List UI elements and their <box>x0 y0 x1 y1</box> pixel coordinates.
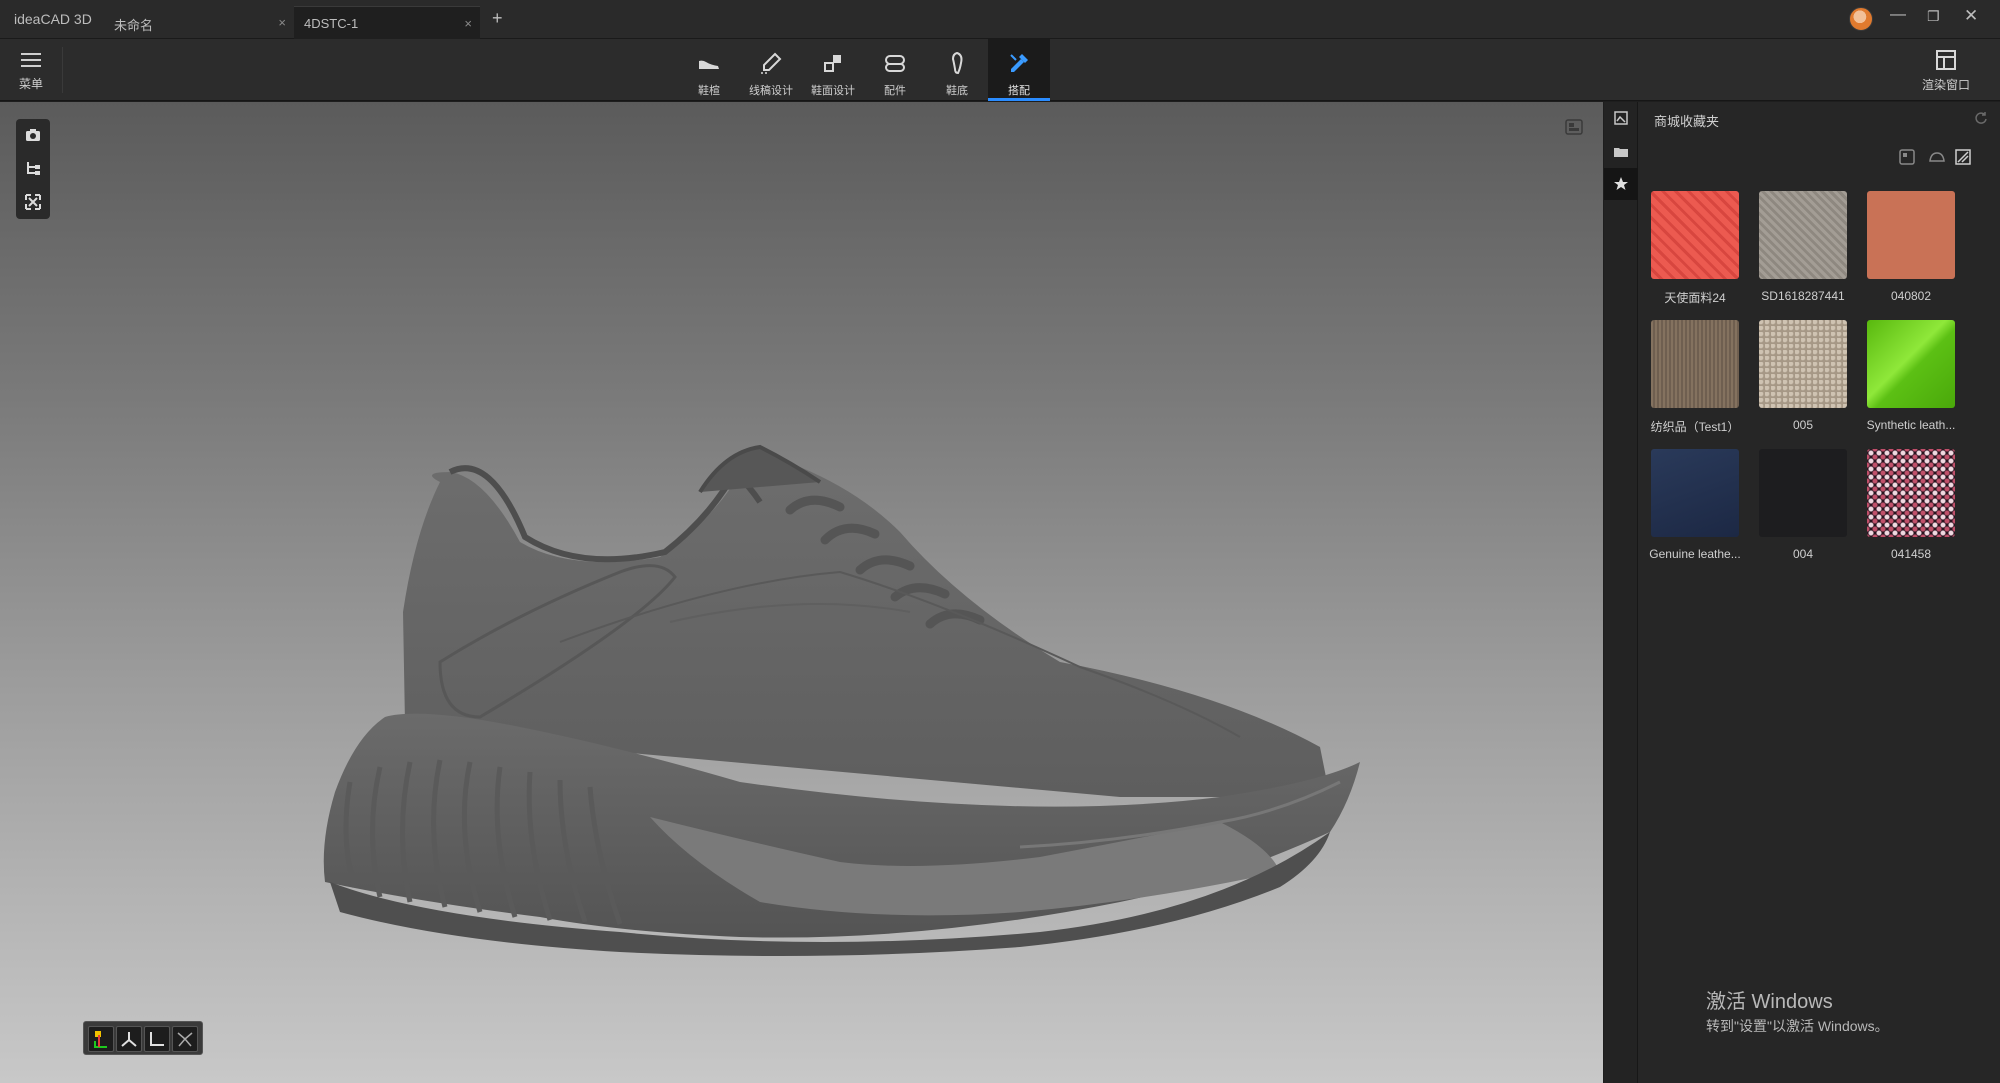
close-window-button[interactable]: ✕ <box>1964 6 1978 26</box>
hamburger-icon <box>21 53 41 55</box>
minimize-button[interactable]: — <box>1890 6 1906 24</box>
tool-line-design[interactable]: 线稿设计 <box>740 39 802 101</box>
material-name: 004 <box>1792 547 1814 561</box>
rail-favorites[interactable] <box>1604 168 1638 200</box>
menu-label: 菜单 <box>18 77 43 91</box>
tab-label: 未命名 <box>114 18 154 33</box>
view-iso-button[interactable] <box>116 1026 142 1052</box>
viewport-layout-icon[interactable] <box>1565 118 1583 136</box>
hierarchy-tree-icon[interactable] <box>24 159 42 177</box>
tool-label: 鞋面设计 <box>811 85 855 97</box>
material-name: 005 <box>1792 418 1814 432</box>
sole-icon <box>951 51 963 75</box>
tab-label: 4DSTC-1 <box>304 16 359 31</box>
user-avatar[interactable] <box>1849 7 1873 31</box>
match-paint-icon <box>1010 54 1028 72</box>
axis-color-icon <box>94 1031 107 1048</box>
material-swatch[interactable] <box>1867 320 1955 408</box>
shoe-last-icon <box>699 60 719 69</box>
material-name: Genuine leathe... <box>1649 547 1741 561</box>
folder-icon <box>1614 148 1628 157</box>
render-window-icon <box>1936 50 1956 70</box>
axis-side-icon <box>150 1032 164 1046</box>
material-name: Synthetic leath... <box>1866 418 1956 432</box>
axis-top-icon <box>177 1032 193 1047</box>
title-bar: ideaCAD 3D 未命名 × 4DSTC-1 × + — ❐ ✕ <box>0 0 2000 39</box>
filter-shoe-icon[interactable] <box>1928 148 1946 166</box>
material-name: 纺织品（Test1） <box>1650 420 1740 434</box>
viewport-toolbox <box>16 119 50 219</box>
view-orientation-buttons <box>83 1021 203 1055</box>
rail-material-library[interactable] <box>1604 102 1638 134</box>
material-swatch[interactable] <box>1759 320 1847 408</box>
windows-activation-watermark: 激活 Windows 转到"设置"以激活 Windows。 <box>1706 985 1889 1036</box>
material-name: 天使面料24 <box>1664 291 1726 305</box>
axis-iso-icon <box>121 1032 137 1047</box>
tool-label: 搭配 <box>1008 85 1030 97</box>
app-title: ideaCAD 3D <box>14 11 92 27</box>
material-swatch[interactable] <box>1867 449 1955 537</box>
material-name: SD1618287441 <box>1761 289 1845 303</box>
material-swatch[interactable] <box>1651 320 1739 408</box>
shoe-3d-model[interactable] <box>320 342 1420 962</box>
menu-button[interactable]: 菜单 <box>10 45 52 97</box>
view-top-button[interactable] <box>172 1026 198 1052</box>
favorites-panel: 商城收藏夹 天使面料24 SD1618287441 040802 纺织品（Tes… <box>1638 102 2000 1083</box>
material-swatch[interactable] <box>1759 191 1847 279</box>
material-name: 041458 <box>1890 547 1932 561</box>
panel-title: 商城收藏夹 <box>1654 114 1720 129</box>
render-window-button[interactable]: 渲染窗口 <box>1916 45 1976 97</box>
3d-viewport[interactable] <box>0 102 1603 1083</box>
right-icon-rail <box>1604 102 1638 1083</box>
material-swatch[interactable] <box>1867 191 1955 279</box>
watermark-line-1: 激活 Windows <box>1706 991 1833 1013</box>
camera-icon[interactable] <box>24 126 42 144</box>
tab-4dstc-1[interactable]: 4DSTC-1 × <box>294 6 480 39</box>
tool-label: 鞋底 <box>946 85 968 97</box>
tool-label: 鞋楦 <box>698 85 720 97</box>
tool-match[interactable]: 搭配 <box>988 39 1050 101</box>
filter-square-icon[interactable] <box>1898 148 1916 166</box>
filter-material-icon[interactable] <box>1954 148 1972 166</box>
tool-upper-design[interactable]: 鞋面设计 <box>802 39 864 101</box>
tool-accessory[interactable]: 配件 <box>864 39 926 101</box>
refresh-icon[interactable] <box>1974 111 1988 125</box>
material-swatch[interactable] <box>1651 449 1739 537</box>
tab-close-icon[interactable]: × <box>278 15 286 30</box>
view-side-button[interactable] <box>144 1026 170 1052</box>
add-tab-button[interactable]: + <box>492 8 503 29</box>
material-swatch[interactable] <box>1759 449 1847 537</box>
main-toolbar: 菜单 鞋楦 线稿设计 鞋面设计 配件 鞋底 搭配 渲染窗口 <box>0 39 2000 101</box>
pen-sketch-icon <box>761 52 782 74</box>
tab-close-icon[interactable]: × <box>464 16 472 31</box>
rail-folder[interactable] <box>1604 136 1638 168</box>
restore-button[interactable]: ❐ <box>1927 8 1940 25</box>
tool-label: 线稿设计 <box>749 85 793 97</box>
tool-shoe-last[interactable]: 鞋楦 <box>678 39 740 101</box>
tab-untitled[interactable]: 未命名 × <box>104 6 294 39</box>
view-front-button[interactable] <box>88 1026 114 1052</box>
fit-view-icon[interactable] <box>24 193 42 211</box>
watermark-line-2: 转到"设置"以激活 Windows。 <box>1706 1018 1889 1034</box>
accessory-icon <box>885 55 905 72</box>
material-name: 040802 <box>1890 289 1932 303</box>
upper-design-icon <box>824 55 841 72</box>
toolbar-divider <box>62 47 63 93</box>
tool-sole[interactable]: 鞋底 <box>926 39 988 101</box>
tool-label: 配件 <box>884 85 906 97</box>
render-window-label: 渲染窗口 <box>1921 78 1970 92</box>
material-swatch[interactable] <box>1651 191 1739 279</box>
star-favorite-icon <box>1614 177 1628 190</box>
image-library-icon <box>1614 111 1628 125</box>
